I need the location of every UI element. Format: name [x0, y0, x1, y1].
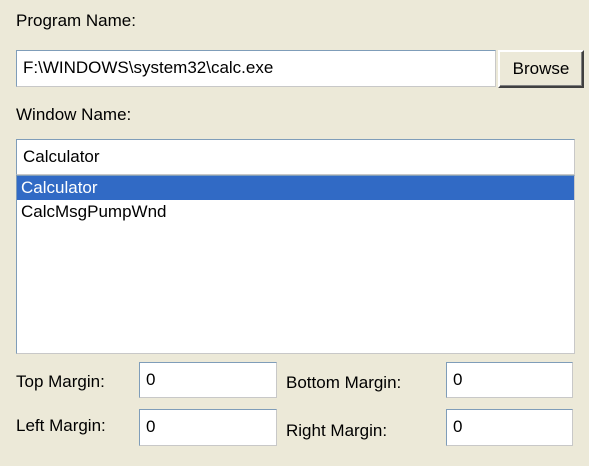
- bottom-margin-label: Bottom Margin:: [286, 373, 402, 392]
- left-margin-field[interactable]: 0: [139, 409, 277, 446]
- program-name-field[interactable]: F:\WINDOWS\system32\calc.exe: [16, 50, 496, 87]
- list-item-calculator[interactable]: Calculator: [17, 176, 574, 200]
- bottom-margin-field[interactable]: 0: [446, 362, 573, 398]
- right-margin-label: Right Margin:: [286, 421, 388, 440]
- settings-panel: Program Name: F:\WINDOWS\system32\calc.e…: [0, 0, 589, 466]
- window-name-label: Window Name:: [16, 105, 132, 124]
- top-margin-label: Top Margin:: [16, 372, 105, 391]
- top-margin-field[interactable]: 0: [139, 362, 277, 398]
- list-item-calcmsgpumpwnd[interactable]: CalcMsgPumpWnd: [17, 200, 574, 224]
- window-name-field[interactable]: Calculator: [16, 139, 575, 175]
- browse-button[interactable]: Browse: [498, 50, 584, 88]
- right-margin-field[interactable]: 0: [446, 409, 573, 446]
- window-list[interactable]: Calculator CalcMsgPumpWnd: [16, 175, 575, 354]
- program-name-label: Program Name:: [16, 11, 136, 30]
- left-margin-label: Left Margin:: [16, 416, 106, 435]
